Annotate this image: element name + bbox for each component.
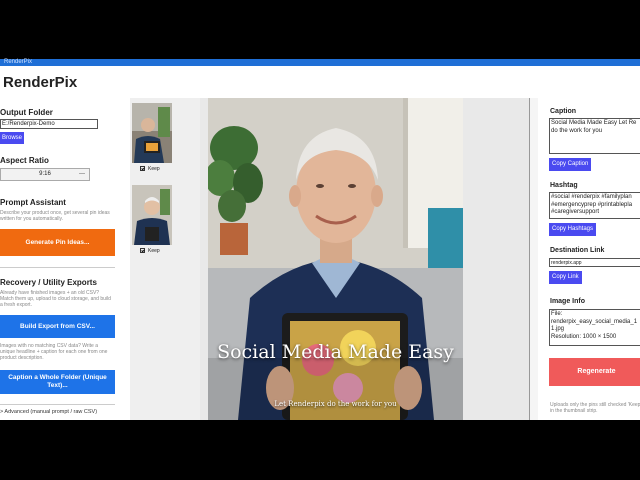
copy-hashtags-button[interactable]: Copy Hashtags xyxy=(549,223,597,236)
aspect-ratio-heading: Aspect Ratio xyxy=(0,156,49,165)
destination-link-field[interactable]: renderpix.app xyxy=(549,258,640,267)
output-folder-heading: Output Folder xyxy=(0,108,53,117)
caption-folder-label: Caption a Whole Folder (Unique Text)... xyxy=(8,374,107,389)
checkbox-icon xyxy=(140,166,145,172)
prompt-assistant-description: Describe your product once, get several … xyxy=(0,210,110,222)
caption-field[interactable]: Social Media Made Easy Let Re do the wor… xyxy=(549,118,640,154)
keep-label: Keep xyxy=(148,248,160,254)
caption-folder-button[interactable]: Caption a Whole Folder (Unique Text)... xyxy=(0,370,115,394)
prompt-assistant-heading: Prompt Assistant xyxy=(0,198,66,207)
left-panel: Output Folder E:/Renderpix-Demo Browse A… xyxy=(0,98,130,420)
checkbox-icon xyxy=(140,248,145,254)
keep-checkbox[interactable]: Keep xyxy=(140,248,160,254)
app-title: RenderPix xyxy=(3,74,78,91)
build-export-button[interactable]: Build Export from CSV... xyxy=(0,315,115,338)
keep-label: Keep xyxy=(148,166,160,172)
aspect-ratio-value: 9:16 xyxy=(39,171,51,177)
thumbnail-strip: Keep Keep xyxy=(130,98,200,420)
image-info-field: File: renderpix_easy_social_media_1 1.jp… xyxy=(549,309,640,346)
window-title-bar: RenderPix xyxy=(0,59,640,66)
recovery-heading: Recovery / Utility Exports xyxy=(0,278,97,287)
regenerate-note: Uploads only the pins still checked 'Kee… xyxy=(550,402,640,414)
output-folder-field[interactable]: E:/Renderpix-Demo xyxy=(0,119,98,129)
keep-checkbox[interactable]: Keep xyxy=(140,166,160,172)
hashtag-heading: Hashtag xyxy=(550,182,578,189)
preview-subline: Let Renderpix do the work for you xyxy=(274,400,397,408)
divider xyxy=(0,404,115,405)
preview-photo xyxy=(208,98,463,420)
chevron-down-icon: — xyxy=(79,171,85,177)
destination-link-heading: Destination Link xyxy=(550,247,605,254)
divider xyxy=(0,267,115,268)
browse-button[interactable]: Browse xyxy=(0,132,25,144)
preview-scrollbar[interactable] xyxy=(529,98,538,420)
hashtag-field[interactable]: #social #renderpix #familyplan #emergenc… xyxy=(549,192,640,219)
image-info-heading: Image Info xyxy=(550,298,586,305)
advanced-toggle[interactable]: > Advanced (manual prompt / raw CSV) xyxy=(0,409,97,415)
build-export-label: Build Export from CSV... xyxy=(20,322,95,330)
preview-headline: Social Media Made Easy xyxy=(217,341,454,363)
generate-pin-ideas-button[interactable]: Generate Pin Ideas... xyxy=(0,229,115,256)
recovery-description: Already have finished images + an old CS… xyxy=(0,290,111,308)
preview-image: Social Media Made Easy Let Renderpix do … xyxy=(208,98,463,420)
window-title: RenderPix xyxy=(4,59,33,65)
copy-link-button[interactable]: Copy Link xyxy=(549,271,582,284)
screen: RenderPix RenderPix Output Folder E:/Ren… xyxy=(0,0,640,480)
copy-caption-button[interactable]: Copy Caption xyxy=(549,158,592,171)
thumbnail-image[interactable] xyxy=(132,185,172,245)
caption-heading: Caption xyxy=(550,108,577,115)
aspect-ratio-select[interactable]: 9:16 — xyxy=(0,168,90,181)
right-panel: Caption Social Media Made Easy Let Re do… xyxy=(538,98,640,420)
regenerate-button[interactable]: Regenerate xyxy=(549,358,640,386)
thumbnail-image[interactable] xyxy=(132,103,172,163)
app-window: RenderPix Output Folder E:/Renderpix-Dem… xyxy=(0,66,640,420)
caption-folder-description: Images with no matching CSV data? Write … xyxy=(0,343,108,361)
